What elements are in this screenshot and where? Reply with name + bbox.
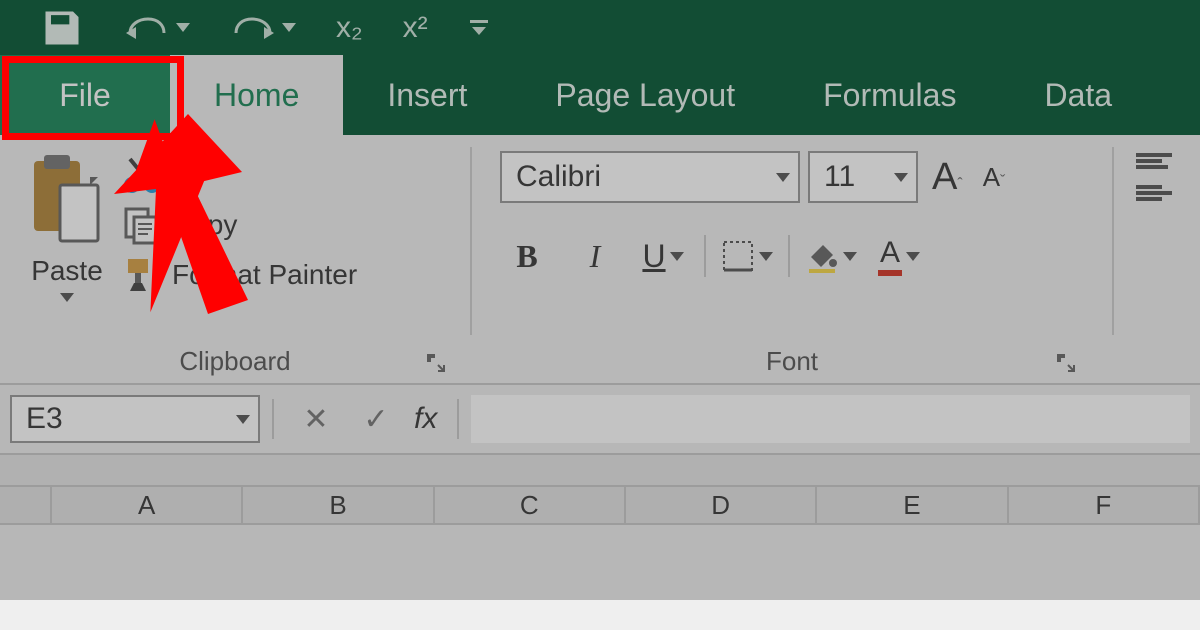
align-top-icon[interactable] [1136,153,1172,169]
chevron-down-icon [843,252,857,261]
select-all-corner[interactable] [0,487,52,523]
align-middle-icon[interactable] [1136,185,1172,201]
copy-icon [122,205,162,245]
font-color-button[interactable]: A [872,229,926,283]
bucket-icon [805,239,839,273]
qat-customize-icon[interactable] [468,17,490,39]
group-alignment-partial [1114,135,1172,383]
border-icon [721,239,755,273]
separator [272,399,274,439]
group-clipboard: Paste C [0,135,470,383]
redo-icon[interactable] [230,13,296,43]
tab-insert[interactable]: Insert [343,55,511,135]
save-icon[interactable] [40,6,84,50]
paste-button[interactable]: Paste [16,141,118,302]
separator [788,235,790,277]
format-painter-button[interactable]: Format Painter [122,255,357,295]
column-header[interactable]: C [435,487,626,523]
separator [704,235,706,277]
paste-label: Paste [31,255,103,287]
chevron-down-icon [906,252,920,261]
borders-button[interactable] [720,229,774,283]
font-size-combo[interactable]: 11 [808,151,918,203]
column-header[interactable]: A [52,487,243,523]
paste-icon [28,151,106,251]
chevron-down-icon [776,173,790,182]
group-font: Calibri 11 Aˆ Aˇ B I U [472,135,1112,383]
cut-button[interactable] [122,155,357,195]
shrink-font-button[interactable]: Aˇ [977,162,1012,193]
tab-file[interactable]: File [0,55,170,135]
cancel-formula-button[interactable]: ✕ [286,395,346,443]
underline-button[interactable]: U [636,229,690,283]
chevron-down-icon [670,252,684,261]
formula-input[interactable] [471,395,1190,443]
formula-bar-row: E3 ✕ ✓ fx [0,385,1200,455]
ribbon-body: Paste C [0,135,1200,385]
separator [457,399,459,439]
enter-formula-button[interactable]: ✓ [346,395,406,443]
column-headers: A B C D E F [0,485,1200,525]
font-name-combo[interactable]: Calibri [500,151,800,203]
font-size-value: 11 [824,160,855,194]
column-header[interactable]: E [817,487,1008,523]
subscript-button[interactable]: x₂ [336,11,363,45]
font-dialog-launcher-icon[interactable] [1054,351,1078,375]
quick-access-toolbar: x₂ x² [0,0,1200,55]
copy-button[interactable]: Copy [122,205,357,245]
grow-font-button[interactable]: Aˆ [926,156,969,199]
font-name-value: Calibri [516,160,601,194]
tab-data[interactable]: Data [1000,55,1156,135]
cell-reference: E3 [26,402,63,436]
tab-page-layout[interactable]: Page Layout [511,55,779,135]
tab-formulas[interactable]: Formulas [779,55,1000,135]
chevron-down-icon [759,252,773,261]
fill-color-button[interactable] [804,229,858,283]
italic-button[interactable]: I [568,229,622,283]
clipboard-dialog-launcher-icon[interactable] [424,351,448,375]
scissors-icon [122,155,162,195]
bold-button[interactable]: B [500,229,554,283]
undo-icon[interactable] [124,13,190,43]
copy-label: Copy [172,209,237,241]
column-header[interactable]: B [243,487,434,523]
format-painter-label: Format Painter [172,259,357,291]
ribbon-tabs: File Home Insert Page Layout Formulas Da… [0,55,1200,135]
tab-home[interactable]: Home [170,55,343,135]
paste-menu-caret-icon[interactable] [60,293,74,302]
clipboard-group-label: Clipboard [179,346,290,377]
paintbrush-icon [122,255,162,295]
chevron-down-icon [236,415,250,424]
column-header[interactable]: D [626,487,817,523]
font-group-label: Font [766,346,818,377]
superscript-button[interactable]: x² [403,11,428,45]
chevron-down-icon [894,173,908,182]
name-box[interactable]: E3 [10,395,260,443]
column-header[interactable]: F [1009,487,1200,523]
spreadsheet-grid: A B C D E F [0,485,1200,630]
insert-function-button[interactable]: fx [406,402,445,436]
